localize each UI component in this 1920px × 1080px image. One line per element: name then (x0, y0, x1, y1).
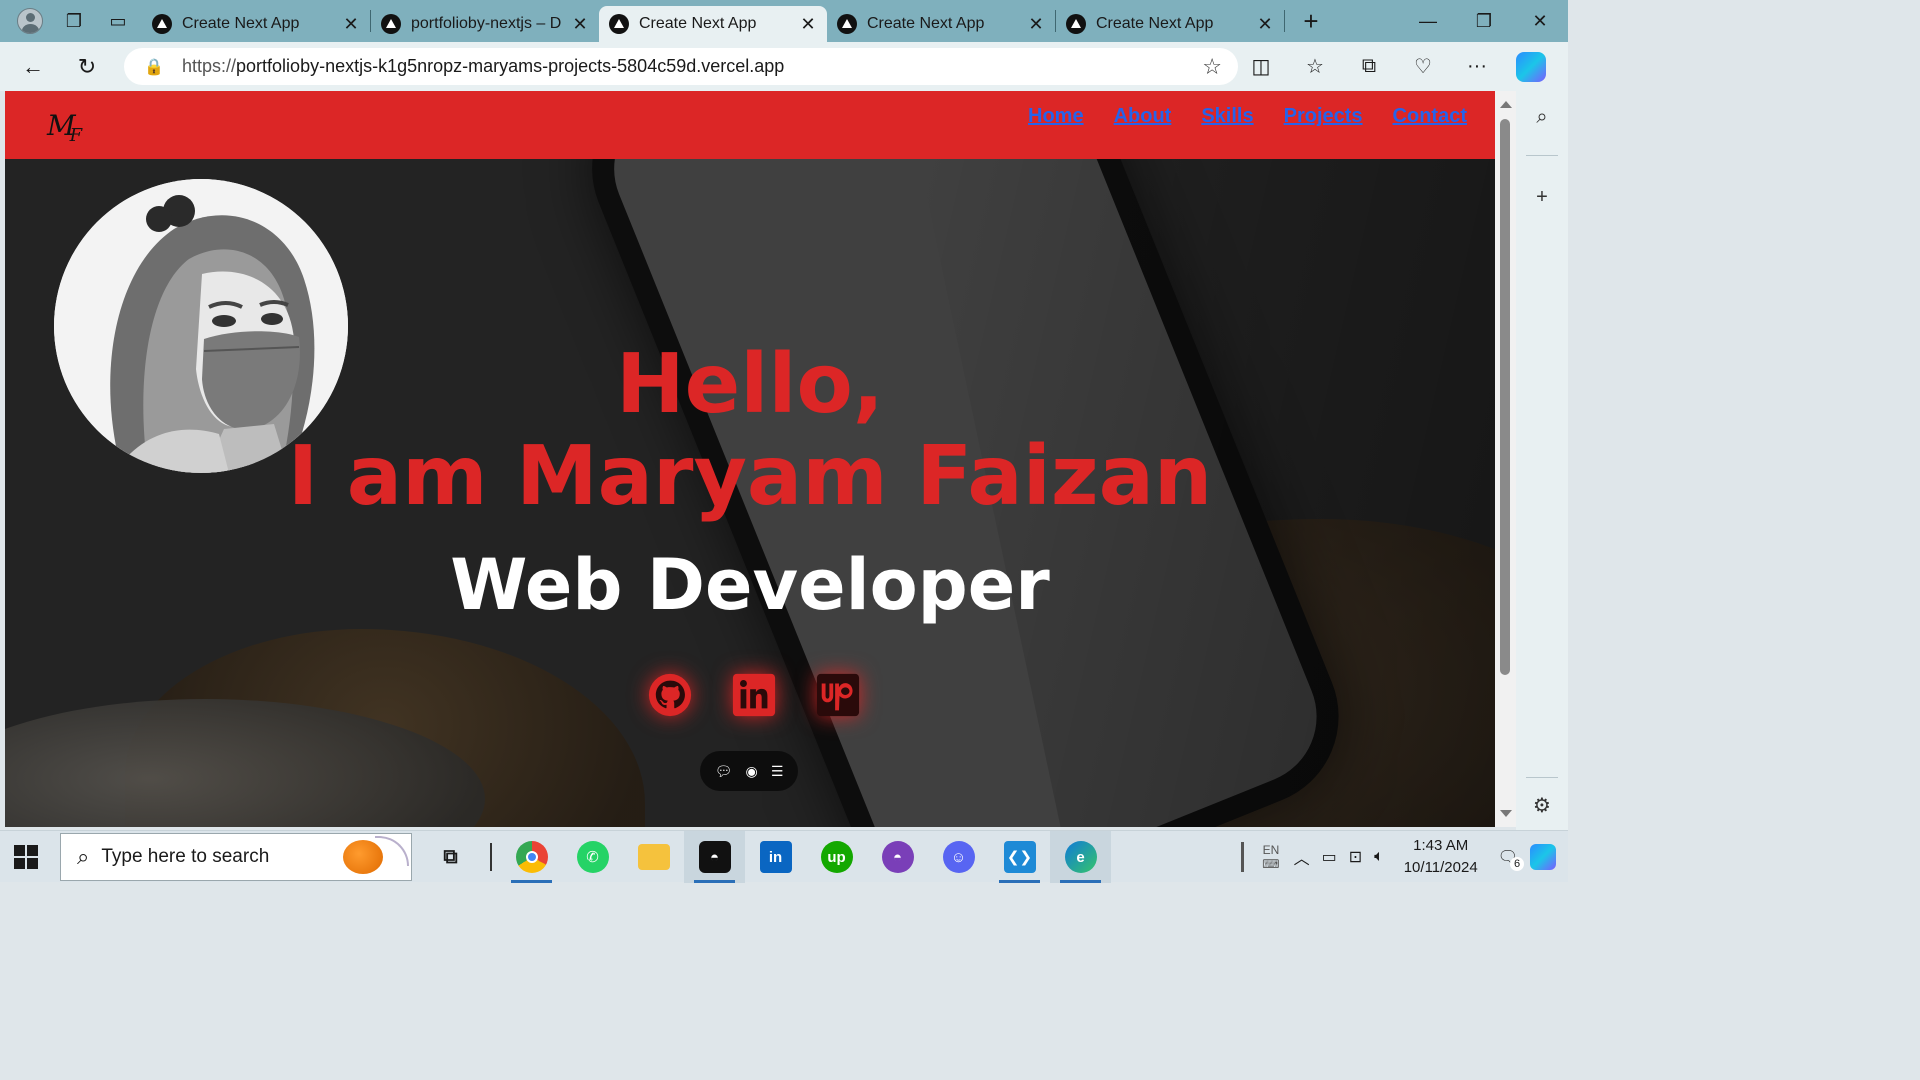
github-icon[interactable] (646, 671, 694, 719)
whatsapp-icon[interactable]: ✆ (562, 831, 623, 883)
close-icon[interactable]: ✕ (571, 14, 589, 35)
linkedin-icon[interactable] (730, 671, 778, 719)
social-links (5, 671, 1495, 719)
search-icon[interactable]: ⌕ (1528, 103, 1556, 131)
split-screen-icon[interactable]: ◫ (1238, 49, 1284, 85)
language-indicator[interactable]: EN ⌨ (1254, 843, 1287, 871)
close-window-button[interactable]: ✕ (1512, 0, 1568, 42)
url-field[interactable]: 🔒 https://portfolioby-nextjs-k1g5nropz-m… (124, 48, 1238, 85)
vscode-icon[interactable]: ❮❯ (989, 831, 1050, 883)
search-placeholder: Type here to search (101, 846, 270, 867)
hero-role: Web Developer (450, 544, 1050, 626)
scroll-up-arrow[interactable] (1500, 101, 1512, 108)
webpage-viewport: MF Home About Skills Projects Contact He… (5, 91, 1495, 827)
network-icon[interactable]: ⊡ (1343, 847, 1368, 867)
task-view-icon[interactable]: ⧉ (420, 831, 481, 883)
discord-icon[interactable]: ☺ (928, 831, 989, 883)
more-menu-icon[interactable]: ··· (1454, 49, 1500, 85)
browser-essentials-icon[interactable]: ♡ (1400, 49, 1446, 85)
close-icon[interactable]: ✕ (1256, 14, 1274, 35)
tab-title: Create Next App (1096, 15, 1214, 32)
scroll-down-arrow[interactable] (1500, 810, 1512, 817)
windows-taskbar: ⌕ Type here to search ⧉ ✆ ◓ in up ◓ ☺ ❮❯… (0, 830, 1568, 883)
edge-sidebar: ⌕ + ⚙ (1516, 91, 1568, 830)
hero-name: I am Maryam Faizan (287, 429, 1213, 524)
taskbar-search-box[interactable]: ⌕ Type here to search (60, 833, 412, 881)
profile-icon[interactable] (10, 4, 50, 38)
divider-icon (481, 831, 501, 883)
chevron-up-icon[interactable]: ︿ (1288, 845, 1316, 869)
tab-create-next-app-3[interactable]: Create Next App ✕ (827, 6, 1055, 42)
vercel-icon (1066, 14, 1086, 34)
file-explorer-icon[interactable] (623, 831, 684, 883)
nav-link-home[interactable]: Home (1028, 105, 1084, 128)
site-logo[interactable]: MF (47, 109, 82, 146)
edge-icon[interactable]: e (1050, 831, 1111, 883)
address-bar-row: ← ↻ 🔒 https://portfolioby-nextjs-k1g5nro… (0, 42, 1568, 91)
tab-create-next-app-1[interactable]: Create Next App ✕ (142, 6, 370, 42)
hero-greeting: Hello, (616, 337, 884, 432)
linkedin-icon[interactable]: in (745, 831, 806, 883)
restore-button[interactable]: ❐ (1456, 0, 1512, 42)
vercel-icon (837, 14, 857, 34)
minimize-button[interactable]: — (1400, 0, 1456, 42)
url-text: https://portfolioby-nextjs-k1g5nropz-mar… (182, 56, 785, 76)
battery-icon[interactable]: ▭ (1316, 847, 1343, 867)
search-icon: ⌕ (77, 844, 90, 869)
tab-portfolio-deploy[interactable]: portfolioby-nextjs – Dep ✕ (371, 6, 599, 42)
copilot-icon[interactable] (1524, 844, 1562, 870)
back-button[interactable]: ← (10, 49, 56, 85)
lock-icon[interactable]: 🔒 (144, 57, 168, 77)
hero-section: Hello, I am Maryam Faizan Web Developer … (5, 159, 1495, 827)
notification-icon[interactable]: 🗨︎ 6 (1492, 847, 1524, 871)
tab-create-next-app-active[interactable]: Create Next App ✕ (599, 6, 827, 42)
tab-title: Create Next App (182, 15, 300, 32)
tab-create-next-app-4[interactable]: Create Next App ✕ (1056, 6, 1284, 42)
nav-link-projects[interactable]: Projects (1284, 105, 1363, 128)
menu-icon[interactable]: ☰ (771, 763, 784, 780)
nav-link-skills[interactable]: Skills (1201, 105, 1253, 128)
close-icon[interactable]: ✕ (342, 14, 360, 35)
add-icon[interactable]: + (1528, 183, 1556, 211)
favorites-icon[interactable]: ☆ (1292, 49, 1338, 85)
clock-date: 10/11/2024 (1403, 859, 1478, 876)
new-tab-button[interactable]: + (1291, 3, 1331, 39)
volume-icon[interactable]: 🔈︎ (1368, 848, 1390, 866)
browser-tab-bar: ❐ ▭ Create Next App ✕ portfolioby-nextjs… (0, 0, 1568, 42)
clock-time: 1:43 AM (1413, 837, 1469, 854)
tab-title: Create Next App (867, 15, 985, 32)
nav-link-contact[interactable]: Contact (1393, 105, 1467, 128)
vercel-icon (609, 14, 629, 34)
vercel-icon (381, 14, 401, 34)
comment-icon[interactable]: 💬︎ (715, 763, 733, 780)
copilot-icon[interactable] (1508, 49, 1554, 85)
github-desktop-icon[interactable]: ◓ (684, 831, 745, 883)
windows-start-icon[interactable] (14, 845, 38, 869)
taskbar-clock[interactable]: 1:43 AM 10/11/2024 (1390, 835, 1492, 879)
floating-toolbar: 💬︎ ◉ ☰ (700, 751, 798, 791)
page-scrollbar[interactable] (1495, 91, 1516, 827)
tab-actions-icon[interactable]: ▭ (98, 4, 138, 38)
upwork-icon[interactable] (814, 671, 862, 719)
close-icon[interactable]: ✕ (799, 14, 817, 35)
site-header: MF Home About Skills Projects Contact (5, 91, 1495, 159)
scroll-thumb[interactable] (1500, 119, 1510, 675)
tab-title: portfolioby-nextjs – Dep (411, 15, 561, 32)
close-icon[interactable]: ✕ (1027, 14, 1045, 35)
nav-link-about[interactable]: About (1114, 105, 1172, 128)
github-icon[interactable]: ◓ (867, 831, 928, 883)
site-nav: Home About Skills Projects Contact (1028, 105, 1467, 128)
tray-divider (1241, 842, 1245, 872)
upwork-icon[interactable]: up (806, 831, 867, 883)
pumpkin-icon (343, 840, 383, 874)
tab-title: Create Next App (639, 15, 757, 32)
vercel-icon (152, 14, 172, 34)
workspaces-icon[interactable]: ❐ (54, 4, 94, 38)
chrome-icon[interactable] (501, 831, 562, 883)
settings-gear-icon[interactable]: ⚙ (1528, 791, 1556, 819)
favorite-star-icon[interactable]: ☆ (1202, 54, 1222, 80)
eye-icon[interactable]: ◉ (745, 763, 757, 780)
collections-icon[interactable]: ⧉ (1346, 49, 1392, 85)
refresh-button[interactable]: ↻ (64, 49, 110, 85)
